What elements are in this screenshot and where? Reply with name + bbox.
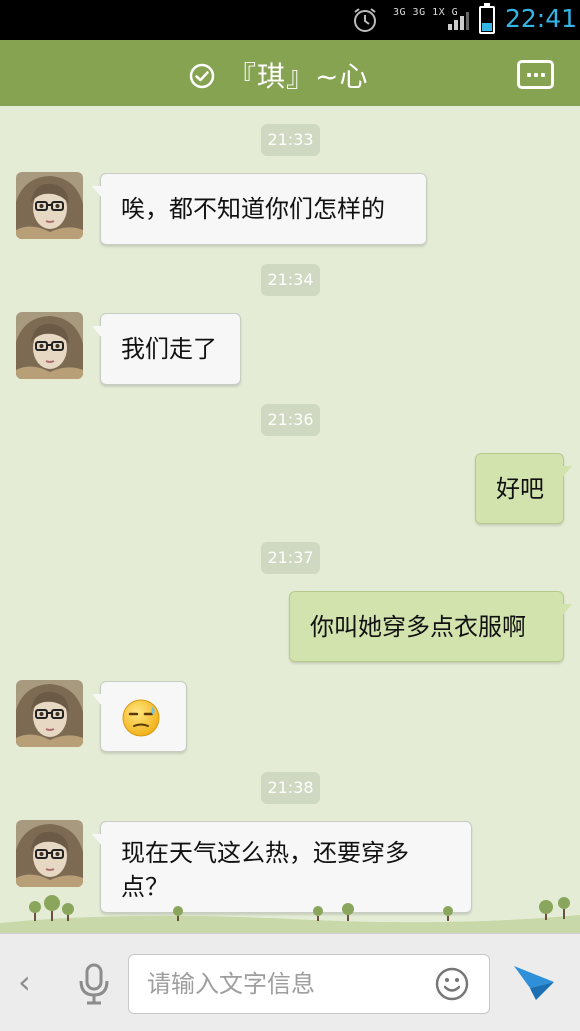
timestamp: 21:33	[261, 124, 320, 156]
avatar-image	[16, 820, 83, 887]
smiley-icon[interactable]	[434, 966, 470, 1002]
chat-header: 『琪』~心	[0, 40, 580, 112]
message-input[interactable]	[147, 965, 427, 1003]
message-text: 我们走了	[121, 335, 217, 363]
chat-history[interactable]: 21:33 唉，都不知道你们怎样的 21:34 我们走了 21:36 好吧 21…	[0, 106, 580, 933]
avatar[interactable]	[16, 680, 83, 747]
avatar-image	[16, 312, 83, 379]
menu-dots-icon[interactable]	[517, 60, 554, 89]
timestamp: 21:34	[261, 264, 320, 296]
message-text: 你叫她穿多点衣服啊	[310, 613, 526, 641]
check-circle-icon	[189, 63, 215, 89]
microphone-icon[interactable]	[76, 963, 112, 1005]
avatar[interactable]	[16, 312, 83, 379]
message-text-line: 现在天气这么热，还要穿多	[121, 839, 409, 867]
back-chevron-icon[interactable]: ‹	[18, 966, 31, 998]
avatar[interactable]	[16, 820, 83, 887]
status-clock: 22:41	[505, 4, 578, 33]
signal-icon	[448, 12, 469, 30]
sweat-face-emoji-icon	[122, 699, 160, 737]
message-text: 唉，都不知道你们怎样的	[121, 195, 385, 223]
avatar-image	[16, 172, 83, 239]
timestamp: 21:37	[261, 542, 320, 574]
message-input-bar: ‹	[0, 933, 580, 1031]
status-bar: 3G 3G 1X G 22:41	[0, 0, 580, 40]
avatar-image	[16, 680, 83, 747]
incoming-message-bubble[interactable]	[92, 681, 187, 752]
contact-name: 『琪』~心	[228, 60, 369, 93]
timestamp: 21:36	[261, 404, 320, 436]
incoming-message-bubble[interactable]: 唉，都不知道你们怎样的	[92, 173, 427, 245]
message-text: 好吧	[496, 475, 544, 503]
alarm-icon	[354, 8, 376, 32]
decorative-landscape	[0, 895, 580, 933]
send-icon[interactable]	[512, 962, 556, 1004]
message-input-container[interactable]	[128, 954, 490, 1014]
battery-icon	[479, 3, 495, 34]
outgoing-message-bubble[interactable]: 好吧	[475, 453, 572, 524]
incoming-message-bubble[interactable]: 我们走了	[92, 313, 241, 385]
outgoing-message-bubble[interactable]: 你叫她穿多点衣服啊	[289, 591, 572, 662]
avatar[interactable]	[16, 172, 83, 239]
timestamp: 21:38	[261, 772, 320, 804]
